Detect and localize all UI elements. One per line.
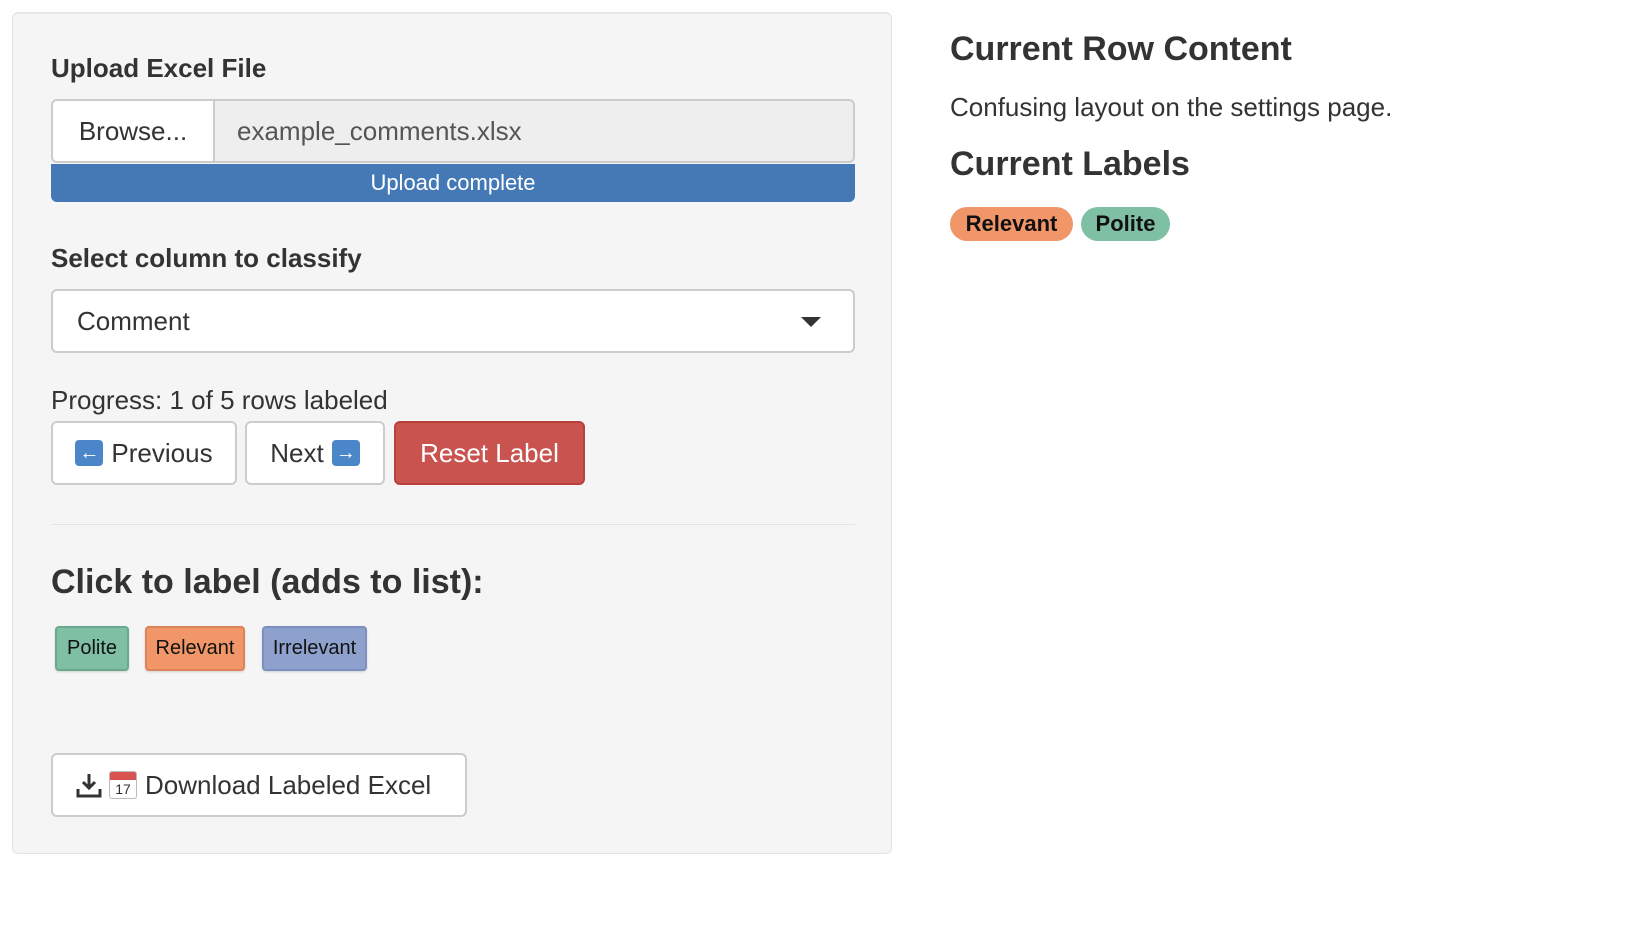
row-content-text: Confusing layout on the settings page. xyxy=(950,92,1393,122)
download-button-label: Download Labeled Excel xyxy=(145,769,432,800)
column-select-label: Select column to classify xyxy=(51,243,362,273)
label-pill-polite: Polite xyxy=(1081,207,1170,241)
upload-label: Upload Excel File xyxy=(51,53,267,83)
tag-button-irrelevant[interactable]: Irrelevant xyxy=(262,626,367,671)
download-icon xyxy=(76,774,102,798)
divider xyxy=(51,524,855,525)
previous-button-label: Previous xyxy=(111,437,213,468)
previous-button[interactable]: ← Previous xyxy=(51,421,237,485)
label-heading: Click to label (adds to list): xyxy=(51,563,484,601)
arrow-right-icon: → xyxy=(331,440,360,466)
download-button[interactable]: 17 Download Labeled Excel xyxy=(51,753,467,817)
browse-button[interactable]: Browse... xyxy=(51,99,213,163)
column-select-value: Comment xyxy=(77,305,190,336)
sidebar-panel: Upload Excel File Browse... example_comm… xyxy=(12,12,892,854)
label-pill-relevant: Relevant xyxy=(950,207,1073,241)
calendar-day: 17 xyxy=(115,781,131,797)
chevron-down-icon xyxy=(801,317,821,327)
current-labels-title: Current Labels xyxy=(950,145,1190,183)
next-button-label: Next xyxy=(270,437,324,468)
calendar-icon: 17 xyxy=(109,771,137,799)
upload-progress-bar: Upload complete xyxy=(51,164,855,202)
tag-button-relevant[interactable]: Relevant xyxy=(145,626,245,671)
next-button[interactable]: Next → xyxy=(245,421,385,485)
column-select[interactable]: Comment xyxy=(51,289,855,353)
file-input-group: Browse... example_comments.xlsx xyxy=(51,99,855,163)
progress-text: Progress: 1 of 5 rows labeled xyxy=(51,385,388,415)
file-name-field[interactable]: example_comments.xlsx xyxy=(213,99,855,163)
tag-button-polite[interactable]: Polite xyxy=(55,626,129,671)
row-content-title: Current Row Content xyxy=(950,30,1292,68)
arrow-left-icon: ← xyxy=(75,440,104,466)
reset-label-button[interactable]: Reset Label xyxy=(394,421,585,485)
